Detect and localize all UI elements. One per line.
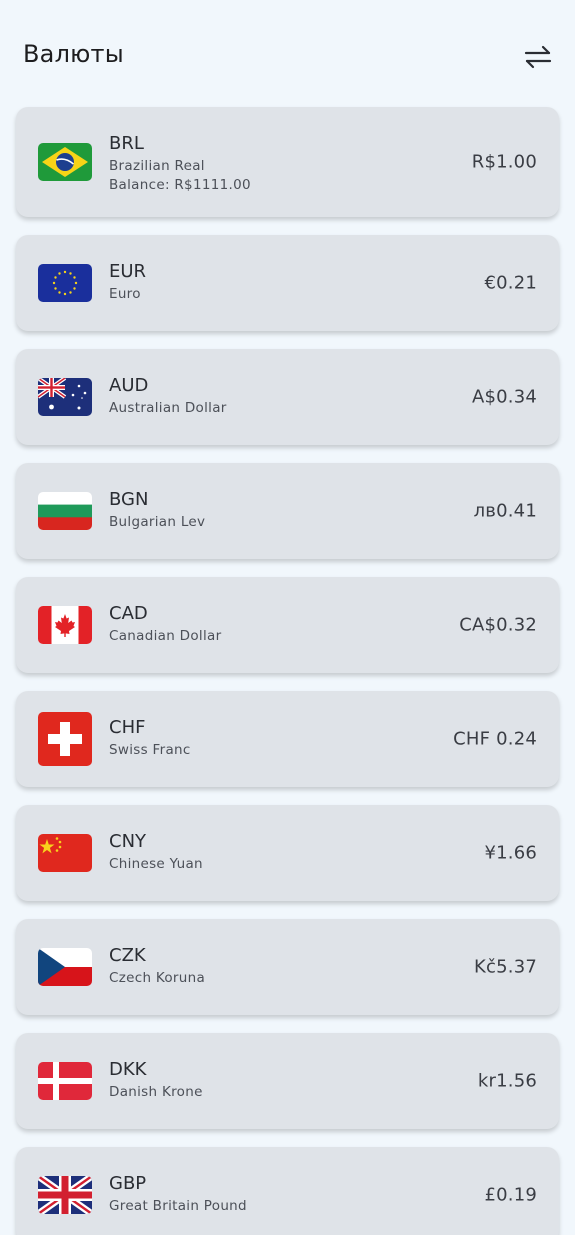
currency-code: AUD	[109, 375, 149, 396]
currency-code: CNY	[109, 831, 147, 852]
currency-rate: €0.21	[484, 272, 537, 294]
currency-name: Chinese Yuan	[109, 856, 203, 872]
currency-info: EUR Euro	[109, 261, 146, 304]
currency-code: GBP	[109, 1173, 147, 1194]
currency-code: DKK	[109, 1059, 147, 1080]
currency-balance: Balance: R$1111.00	[109, 177, 251, 193]
currency-info: CZK Czech Koruna	[109, 945, 205, 988]
currency-card-eur[interactable]: EUR Euro €0.21	[16, 235, 559, 331]
currency-code: CZK	[109, 945, 146, 966]
currency-rate: лв0.41	[473, 500, 537, 522]
currency-name: Euro	[109, 286, 141, 302]
currency-card-cny[interactable]: CNY Chinese Yuan ¥1.66	[16, 805, 559, 901]
currency-code: CHF	[109, 717, 146, 738]
china-flag-icon	[38, 834, 92, 872]
currency-card-gbp[interactable]: GBP Great Britain Pound £0.19	[16, 1147, 559, 1235]
currency-name: Bulgarian Lev	[109, 514, 206, 530]
currency-code: EUR	[109, 261, 147, 282]
currency-info: DKK Danish Krone	[109, 1059, 203, 1102]
currency-rate: kr1.56	[477, 1070, 537, 1092]
currency-screen: Валюты BRL Brazilian Real Balance: R$111…	[0, 0, 575, 1235]
currency-rate: A$0.34	[471, 386, 537, 408]
currency-name: Australian Dollar	[109, 400, 227, 416]
currency-name: Danish Krone	[109, 1084, 203, 1100]
currency-code: BGN	[109, 489, 149, 510]
uk-flag-icon	[38, 1176, 92, 1214]
app-header: Валюты	[0, 0, 575, 108]
switzerland-flag-icon	[38, 712, 92, 766]
swap-button[interactable]	[523, 42, 553, 72]
currency-name: Great Britain Pound	[109, 1198, 247, 1214]
currency-card-chf[interactable]: CHF Swiss Franc CHF 0.24	[16, 691, 559, 787]
currency-rate: £0.19	[484, 1184, 537, 1206]
currency-info: CHF Swiss Franc	[109, 717, 191, 760]
currency-card-bgn[interactable]: BGN Bulgarian Lev лв0.41	[16, 463, 559, 559]
currency-rate: Kč5.37	[474, 956, 537, 978]
currency-rate: R$1.00	[471, 151, 537, 173]
currency-card-brl[interactable]: BRL Brazilian Real Balance: R$1111.00 R$…	[16, 107, 559, 217]
currency-info: GBP Great Britain Pound	[109, 1173, 247, 1216]
currency-rate: CA$0.32	[459, 614, 537, 636]
currency-card-dkk[interactable]: DKK Danish Krone kr1.56	[16, 1033, 559, 1129]
denmark-flag-icon	[38, 1062, 92, 1100]
page-title: Валюты	[23, 40, 124, 68]
currency-info: CAD Canadian Dollar	[109, 603, 221, 646]
currency-info: AUD Australian Dollar	[109, 375, 227, 418]
currency-rate: CHF 0.24	[453, 728, 537, 750]
currency-info: BGN Bulgarian Lev	[109, 489, 205, 532]
czech-flag-icon	[38, 948, 92, 986]
currency-code: CAD	[109, 603, 148, 624]
currency-list: BRL Brazilian Real Balance: R$1111.00 R$…	[16, 107, 559, 1235]
brazil-flag-icon	[38, 143, 92, 181]
currency-name: Swiss Franc	[109, 742, 191, 758]
currency-info: BRL Brazilian Real Balance: R$1111.00	[109, 133, 251, 194]
bulgaria-flag-icon	[38, 492, 92, 530]
currency-name: Brazilian Real	[109, 158, 205, 174]
currency-rate: ¥1.66	[484, 842, 537, 864]
currency-info: CNY Chinese Yuan	[109, 831, 203, 874]
canada-flag-icon	[38, 606, 92, 644]
swap-arrows-icon	[524, 45, 552, 69]
currency-card-aud[interactable]: AUD Australian Dollar A$0.34	[16, 349, 559, 445]
currency-card-czk[interactable]: CZK Czech Koruna Kč5.37	[16, 919, 559, 1015]
currency-card-cad[interactable]: CAD Canadian Dollar CA$0.32	[16, 577, 559, 673]
currency-name: Canadian Dollar	[109, 628, 222, 644]
currency-name: Czech Koruna	[109, 970, 206, 986]
australia-flag-icon	[38, 378, 92, 416]
currency-code: BRL	[109, 133, 144, 154]
eu-flag-icon	[38, 264, 92, 302]
